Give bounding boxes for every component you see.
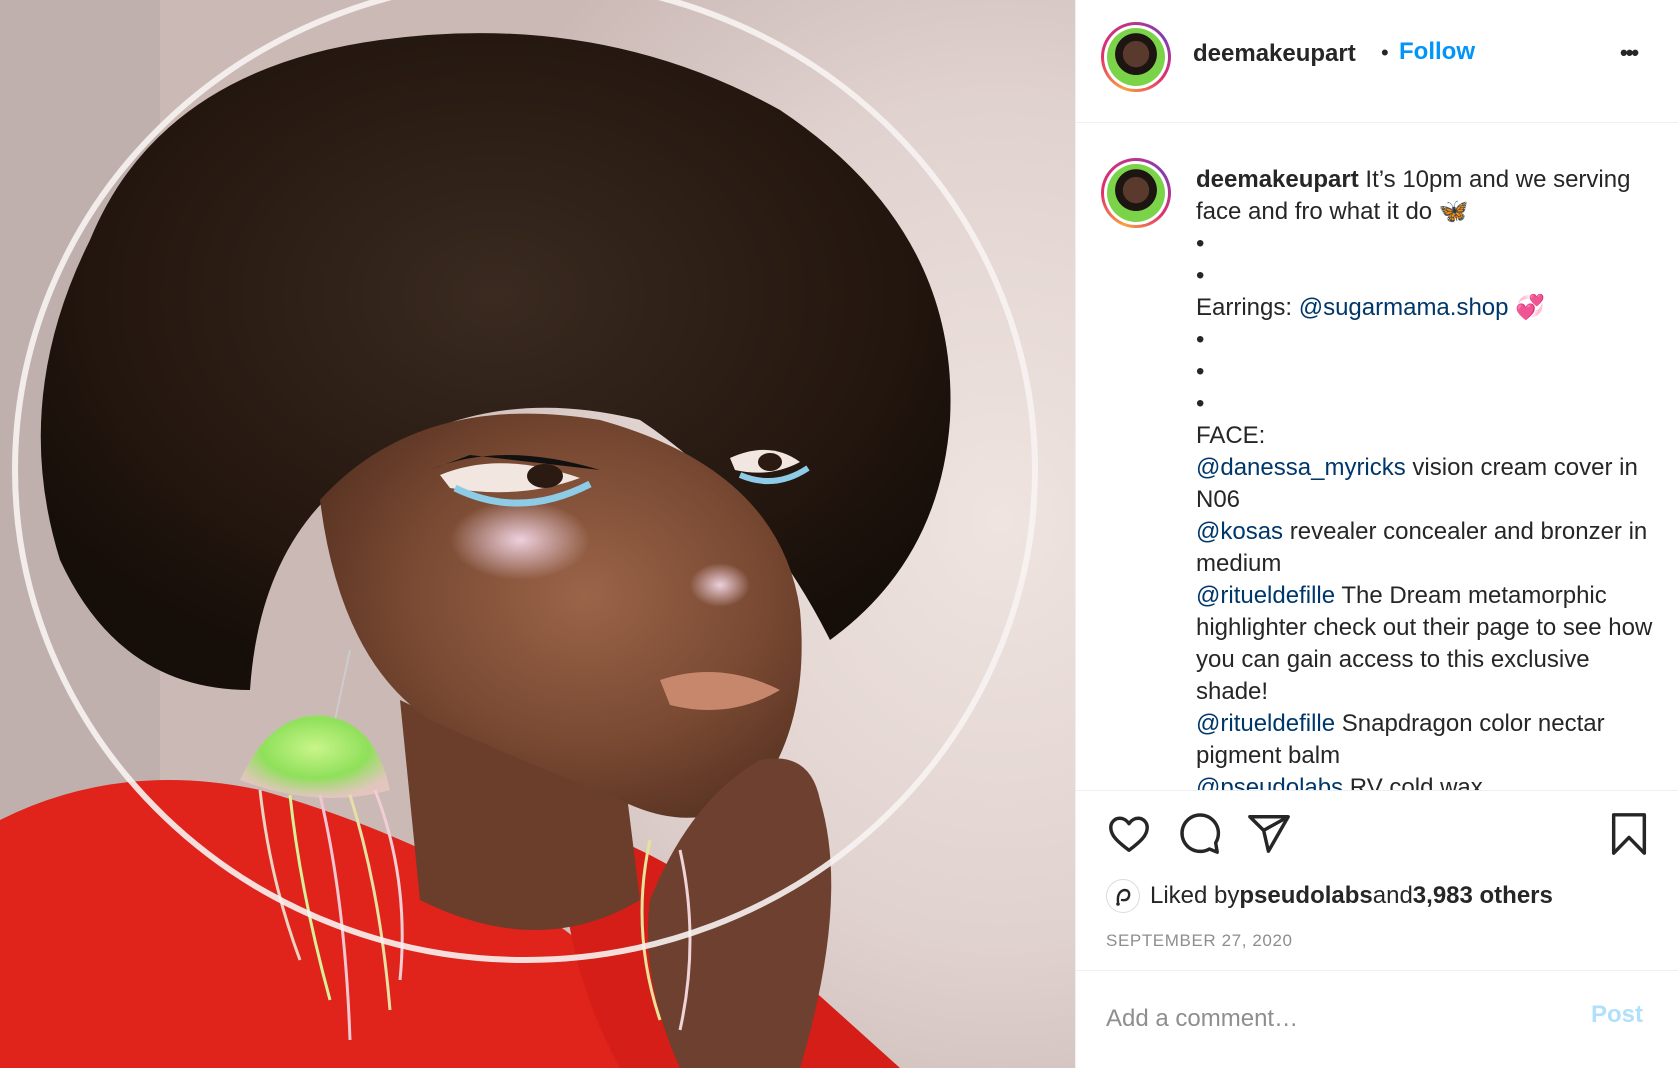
likes-prefix: Liked by: [1150, 882, 1240, 909]
portrait-image: [0, 0, 1038, 1068]
caption-line-12: RV cold wax: [1343, 774, 1483, 790]
mention-danessa[interactable]: @danessa_myricks: [1196, 454, 1406, 481]
caption-line-1: •: [1196, 230, 1205, 257]
caption-line-5: •: [1196, 358, 1205, 385]
share-button[interactable]: [1246, 811, 1292, 862]
caption-scroll-area[interactable]: deemakeupart It’s 10pm and we serving fa…: [1076, 124, 1678, 790]
author-avatar[interactable]: [1101, 22, 1171, 92]
caption-line-4: •: [1196, 326, 1205, 353]
caption-author[interactable]: deemakeupart: [1196, 166, 1359, 193]
heart-icon: [1109, 816, 1149, 853]
caption-line-3: 💞: [1508, 294, 1546, 321]
comment-icon: [1180, 813, 1221, 854]
mention-ritueldefille[interactable]: @ritueldefille: [1196, 582, 1335, 609]
caption-text: deemakeupart It’s 10pm and we serving fa…: [1196, 164, 1656, 790]
caption-earrings-prefix: Earrings:: [1196, 294, 1299, 321]
liker-avatar[interactable]: [1106, 879, 1140, 913]
mention-kosas[interactable]: @kosas: [1196, 518, 1283, 545]
post-sidebar: deemakeupart • Follow ••• deemakeupart I…: [1075, 0, 1678, 1068]
caption-line-2: •: [1196, 262, 1205, 289]
likes-summary: Liked by pseudolabs and 3,983 others: [1106, 876, 1553, 916]
comment-bar: Post: [1076, 970, 1678, 1068]
paper-plane-icon: [1248, 815, 1290, 853]
author-username[interactable]: deemakeupart: [1193, 40, 1356, 68]
likes-middle: and: [1372, 882, 1413, 909]
comment-button[interactable]: [1176, 811, 1222, 862]
separator-dot: •: [1381, 40, 1389, 65]
caption-author-avatar[interactable]: [1101, 158, 1171, 228]
post-date[interactable]: SEPTEMBER 27, 2020: [1106, 931, 1293, 951]
more-options-icon[interactable]: •••: [1620, 38, 1656, 68]
liker-username[interactable]: pseudolabs: [1239, 882, 1372, 910]
post-header: deemakeupart • Follow •••: [1076, 0, 1678, 123]
likes-others[interactable]: 3,983 others: [1413, 882, 1553, 910]
caption-line-6: •: [1196, 390, 1205, 417]
like-button[interactable]: [1106, 811, 1152, 862]
bookmark-icon: [1611, 813, 1647, 855]
save-button[interactable]: [1606, 811, 1652, 862]
mention-ritueldefille-2[interactable]: @ritueldefille: [1196, 710, 1335, 737]
comment-input[interactable]: [1106, 999, 1546, 1039]
pseudolabs-logo-icon: [1116, 888, 1131, 906]
mention-sugarmama[interactable]: @sugarmama.shop: [1299, 294, 1509, 321]
caption-line-7: FACE:: [1196, 422, 1266, 449]
mention-pseudolabs[interactable]: @pseudolabs: [1196, 774, 1343, 790]
post-comment-button[interactable]: Post: [1591, 1001, 1643, 1029]
post-photo[interactable]: [0, 0, 1075, 1068]
follow-button[interactable]: Follow: [1399, 38, 1475, 66]
post-actions: Liked by pseudolabs and 3,983 others SEP…: [1076, 790, 1678, 970]
